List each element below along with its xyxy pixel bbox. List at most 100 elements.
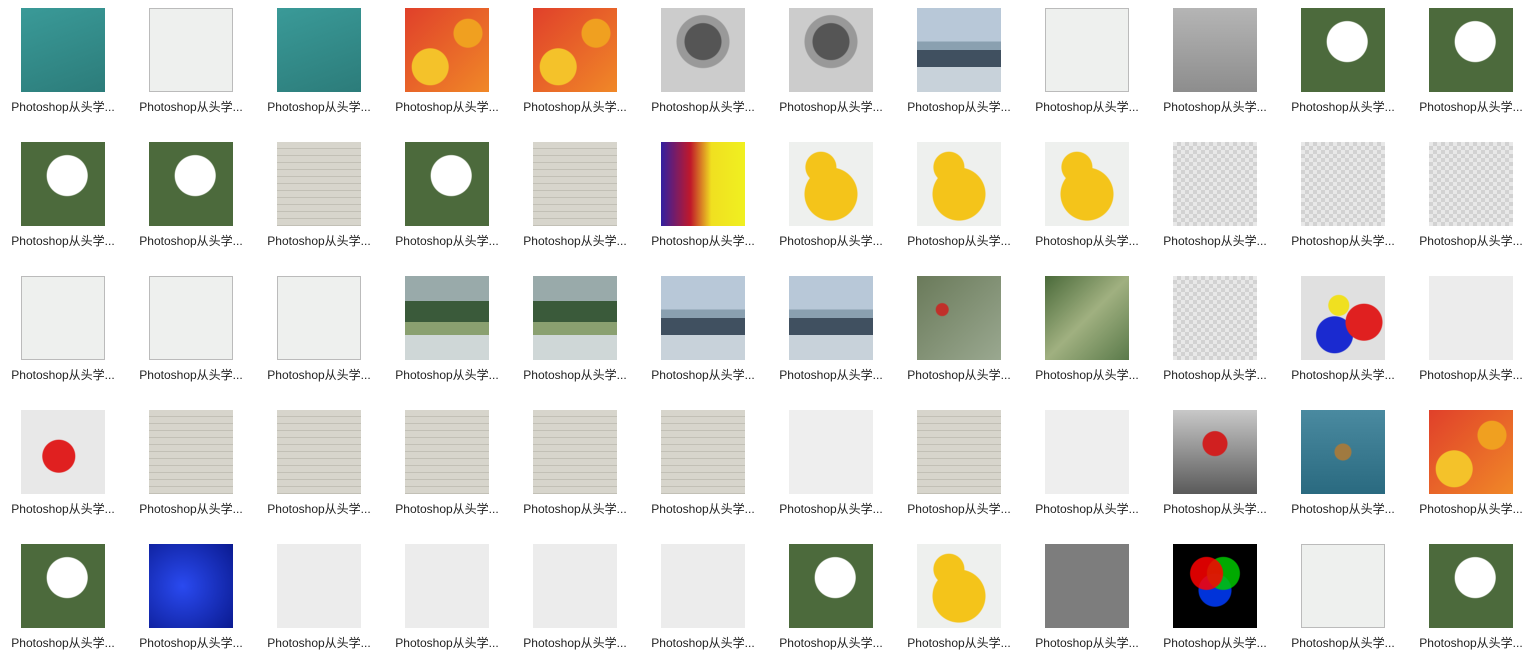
file-tile[interactable]: Photoshop从头学... (4, 8, 122, 136)
file-tile[interactable]: Photoshop从头学... (4, 544, 122, 672)
file-tile[interactable]: Photoshop从头学... (1156, 8, 1274, 136)
file-thumbnail[interactable] (21, 142, 105, 226)
file-tile[interactable]: Photoshop从头学... (132, 276, 250, 404)
file-thumbnail[interactable] (21, 276, 105, 360)
file-tile[interactable]: Photoshop从头学... (644, 544, 762, 672)
file-tile[interactable]: Photoshop从头学... (388, 142, 506, 270)
file-thumbnail[interactable] (405, 410, 489, 494)
file-tile[interactable]: Photoshop从头学... (1156, 142, 1274, 270)
file-thumbnail[interactable] (1173, 8, 1257, 92)
file-tile[interactable]: Photoshop从头学... (1284, 8, 1402, 136)
file-thumbnail[interactable] (1045, 410, 1129, 494)
file-thumbnail[interactable] (149, 276, 233, 360)
file-thumbnail[interactable] (661, 8, 745, 92)
file-thumbnail[interactable] (1301, 544, 1385, 628)
file-thumbnail[interactable] (149, 544, 233, 628)
file-tile[interactable]: Photoshop从头学... (1412, 8, 1530, 136)
file-tile[interactable]: Photoshop从头学... (772, 544, 890, 672)
file-tile[interactable]: Photoshop从头学... (644, 8, 762, 136)
file-thumbnail[interactable] (1301, 8, 1385, 92)
file-tile[interactable]: Photoshop从头学... (132, 544, 250, 672)
file-thumbnail[interactable] (1429, 142, 1513, 226)
file-thumbnail[interactable] (405, 544, 489, 628)
file-tile[interactable]: Photoshop从头学... (260, 276, 378, 404)
file-tile[interactable]: Photoshop从头学... (516, 410, 634, 538)
file-thumbnail[interactable] (1429, 276, 1513, 360)
file-tile[interactable]: Photoshop从头学... (1028, 544, 1146, 672)
file-thumbnail[interactable] (277, 8, 361, 92)
file-thumbnail[interactable] (1045, 142, 1129, 226)
file-thumbnail[interactable] (533, 142, 617, 226)
file-tile[interactable]: Photoshop从头学... (772, 8, 890, 136)
file-tile[interactable]: Photoshop从头学... (388, 8, 506, 136)
file-thumbnail[interactable] (1045, 544, 1129, 628)
file-tile[interactable]: Photoshop从头学... (644, 276, 762, 404)
file-tile[interactable]: Photoshop从头学... (388, 410, 506, 538)
file-tile[interactable]: Photoshop从头学... (1412, 142, 1530, 270)
file-tile[interactable]: Photoshop从头学... (1028, 410, 1146, 538)
file-thumbnail[interactable] (277, 410, 361, 494)
file-thumbnail[interactable] (917, 410, 1001, 494)
file-thumbnail[interactable] (1173, 142, 1257, 226)
file-tile[interactable]: Photoshop从头学... (1412, 276, 1530, 404)
file-tile[interactable]: Photoshop从头学... (1284, 544, 1402, 672)
file-thumbnail[interactable] (405, 276, 489, 360)
file-thumbnail[interactable] (917, 544, 1001, 628)
file-thumbnail[interactable] (1045, 8, 1129, 92)
file-thumbnail[interactable] (1045, 276, 1129, 360)
file-tile[interactable]: Photoshop从头学... (1412, 410, 1530, 538)
file-thumbnail[interactable] (405, 8, 489, 92)
file-tile[interactable]: Photoshop从头学... (1028, 276, 1146, 404)
file-thumbnail[interactable] (21, 8, 105, 92)
file-thumbnail[interactable] (277, 276, 361, 360)
file-tile[interactable]: Photoshop从头学... (4, 142, 122, 270)
file-tile[interactable]: Photoshop从头学... (772, 410, 890, 538)
file-thumbnail[interactable] (661, 142, 745, 226)
file-thumbnail[interactable] (1173, 276, 1257, 360)
file-tile[interactable]: Photoshop从头学... (388, 276, 506, 404)
file-thumbnail[interactable] (533, 8, 617, 92)
file-tile[interactable]: Photoshop从头学... (132, 8, 250, 136)
file-tile[interactable]: Photoshop从头学... (4, 410, 122, 538)
file-thumbnail[interactable] (1429, 544, 1513, 628)
file-tile[interactable]: Photoshop从头学... (260, 544, 378, 672)
file-thumbnail[interactable] (661, 410, 745, 494)
file-thumbnail[interactable] (917, 276, 1001, 360)
file-tile[interactable]: Photoshop从头学... (260, 142, 378, 270)
file-thumbnail[interactable] (277, 142, 361, 226)
file-thumbnail[interactable] (789, 544, 873, 628)
file-tile[interactable]: Photoshop从头学... (1284, 410, 1402, 538)
file-thumbnail[interactable] (661, 544, 745, 628)
file-thumbnail[interactable] (21, 544, 105, 628)
file-tile[interactable]: Photoshop从头学... (644, 410, 762, 538)
file-thumbnail[interactable] (1301, 142, 1385, 226)
file-thumbnail[interactable] (789, 410, 873, 494)
file-tile[interactable]: Photoshop从头学... (900, 142, 1018, 270)
file-tile[interactable]: Photoshop从头学... (900, 8, 1018, 136)
file-tile[interactable]: Photoshop从头学... (260, 8, 378, 136)
file-tile[interactable]: Photoshop从头学... (516, 276, 634, 404)
file-thumbnail[interactable] (533, 544, 617, 628)
file-thumbnail[interactable] (1429, 410, 1513, 494)
file-tile[interactable]: Photoshop从头学... (772, 276, 890, 404)
file-thumbnail[interactable] (917, 142, 1001, 226)
file-thumbnail[interactable] (21, 410, 105, 494)
file-tile[interactable]: Photoshop从头学... (1028, 142, 1146, 270)
file-thumbnail[interactable] (533, 276, 617, 360)
file-thumbnail[interactable] (789, 8, 873, 92)
file-thumbnail[interactable] (149, 8, 233, 92)
file-thumbnail[interactable] (917, 8, 1001, 92)
file-thumbnail[interactable] (277, 544, 361, 628)
file-thumbnail[interactable] (789, 142, 873, 226)
file-thumbnail[interactable] (1429, 8, 1513, 92)
file-tile[interactable]: Photoshop从头学... (516, 142, 634, 270)
file-thumbnail[interactable] (149, 410, 233, 494)
file-tile[interactable]: Photoshop从头学... (388, 544, 506, 672)
file-tile[interactable]: Photoshop从头学... (1284, 276, 1402, 404)
file-tile[interactable]: Photoshop从头学... (1284, 142, 1402, 270)
file-tile[interactable]: Photoshop从头学... (516, 8, 634, 136)
file-tile[interactable]: Photoshop从头学... (1156, 276, 1274, 404)
file-thumbnail[interactable] (661, 276, 745, 360)
file-tile[interactable]: Photoshop从头学... (1028, 8, 1146, 136)
file-thumbnail[interactable] (1301, 410, 1385, 494)
